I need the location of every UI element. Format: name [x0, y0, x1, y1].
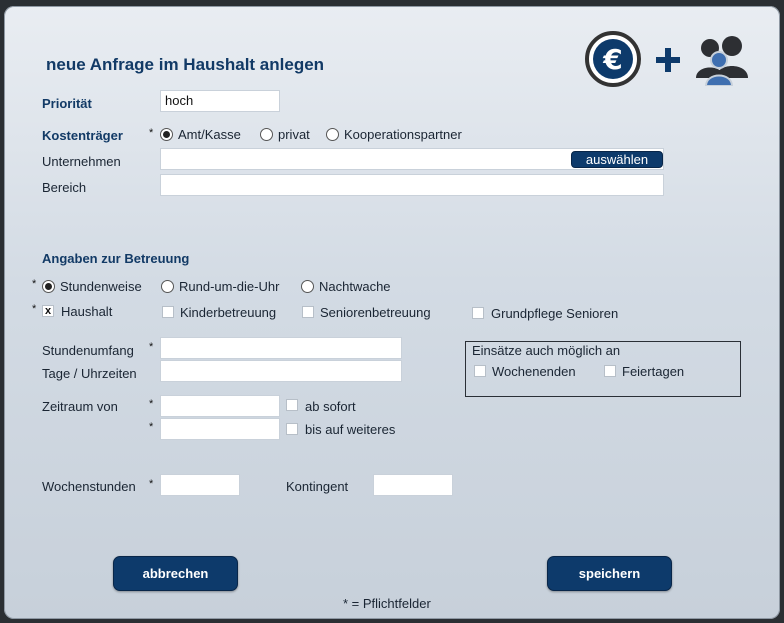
payer-option-privat: privat [278, 127, 310, 142]
period-until-further-checkbox[interactable] [286, 423, 298, 435]
select-company-button[interactable]: auswählen [571, 151, 663, 168]
plus-icon [656, 48, 680, 72]
care-mode-nachtwache: Nachtwache [319, 279, 391, 294]
period-to-required-mark: * [149, 421, 154, 433]
care-mode-radio-stundenweise[interactable] [42, 280, 55, 293]
care-type-checkbox-haushalt[interactable]: x [42, 305, 54, 317]
assignments-title: Einsätze auch möglich an [472, 343, 621, 358]
required-fields-footnote: * = Pflichtfelder [343, 596, 431, 611]
euro-icon: € [585, 31, 641, 87]
care-mode-radio-nachtwache[interactable] [301, 280, 314, 293]
period-immediately-checkbox[interactable] [286, 399, 298, 411]
weekly-hours-field[interactable] [160, 474, 240, 496]
period-label: Zeitraum von [42, 399, 118, 414]
care-type-haushalt: Haushalt [61, 304, 113, 319]
area-field[interactable] [160, 174, 664, 196]
priority-label: Priorität [42, 96, 92, 111]
weekly-hours-required-mark: * [149, 478, 154, 490]
care-mode-radio-rund-um-die-uhr[interactable] [161, 280, 174, 293]
hours-scope-label: Stundenumfang [42, 343, 134, 358]
care-type-grundpflege: Grundpflege Senioren [491, 306, 619, 321]
care-mode-stundenweise: Stundenweise [60, 279, 142, 294]
quota-field[interactable] [373, 474, 453, 496]
assignment-weekends: Wochenenden [492, 364, 576, 379]
care-type-checkbox-kinderbetreuung[interactable] [162, 306, 174, 318]
period-immediately-label: ab sofort [305, 399, 356, 414]
payer-radio-kooperation[interactable] [326, 128, 339, 141]
care-type-seniorenbetreuung: Seniorenbetreuung [320, 305, 431, 320]
payer-required-mark: * [149, 127, 154, 139]
payer-radio-amt[interactable] [160, 128, 173, 141]
company-label: Unternehmen [42, 154, 121, 169]
hours-scope-required-mark: * [149, 341, 154, 353]
care-type-kinderbetreuung: Kinderbetreuung [180, 305, 277, 320]
period-until-further-label: bis auf weiteres [305, 422, 396, 437]
care-type-required-mark: * [32, 303, 37, 315]
care-section-title: Angaben zur Betreuung [42, 251, 190, 266]
dialog-title: neue Anfrage im Haushalt anlegen [46, 55, 325, 74]
payer-label: Kostenträger [42, 128, 123, 143]
weekly-hours-label: Wochenstunden [42, 479, 136, 494]
care-type-checkbox-grundpflege[interactable] [472, 307, 484, 319]
svg-text:€: € [602, 43, 622, 76]
days-times-label: Tage / Uhrzeiten [42, 366, 137, 381]
days-times-field[interactable] [160, 360, 402, 382]
assignment-checkbox-weekends[interactable] [474, 365, 486, 377]
care-mode-required-mark: * [32, 278, 37, 290]
care-mode-rund-um-die-uhr: Rund-um-die-Uhr [179, 279, 280, 294]
cancel-button[interactable]: abbrechen [113, 556, 238, 591]
payer-option-amt: Amt/Kasse [178, 127, 241, 142]
hours-scope-field[interactable] [160, 337, 402, 359]
payer-radio-privat[interactable] [260, 128, 273, 141]
period-from-required-mark: * [149, 398, 154, 410]
period-to-field[interactable] [160, 418, 280, 440]
assignment-holidays: Feiertagen [622, 364, 685, 379]
payer-option-kooperation: Kooperationspartner [344, 127, 462, 142]
assignment-checkbox-holidays[interactable] [604, 365, 616, 377]
care-type-checkbox-seniorenbetreuung[interactable] [302, 306, 314, 318]
people-group-icon [696, 36, 748, 86]
priority-field[interactable]: hoch [160, 90, 280, 112]
save-button[interactable]: speichern [547, 556, 672, 591]
area-label: Bereich [42, 180, 87, 195]
quota-label: Kontingent [286, 479, 349, 494]
period-from-field[interactable] [160, 395, 280, 417]
new-request-dialog: neue Anfrage im Haushalt anlegen € Prior… [4, 6, 780, 619]
